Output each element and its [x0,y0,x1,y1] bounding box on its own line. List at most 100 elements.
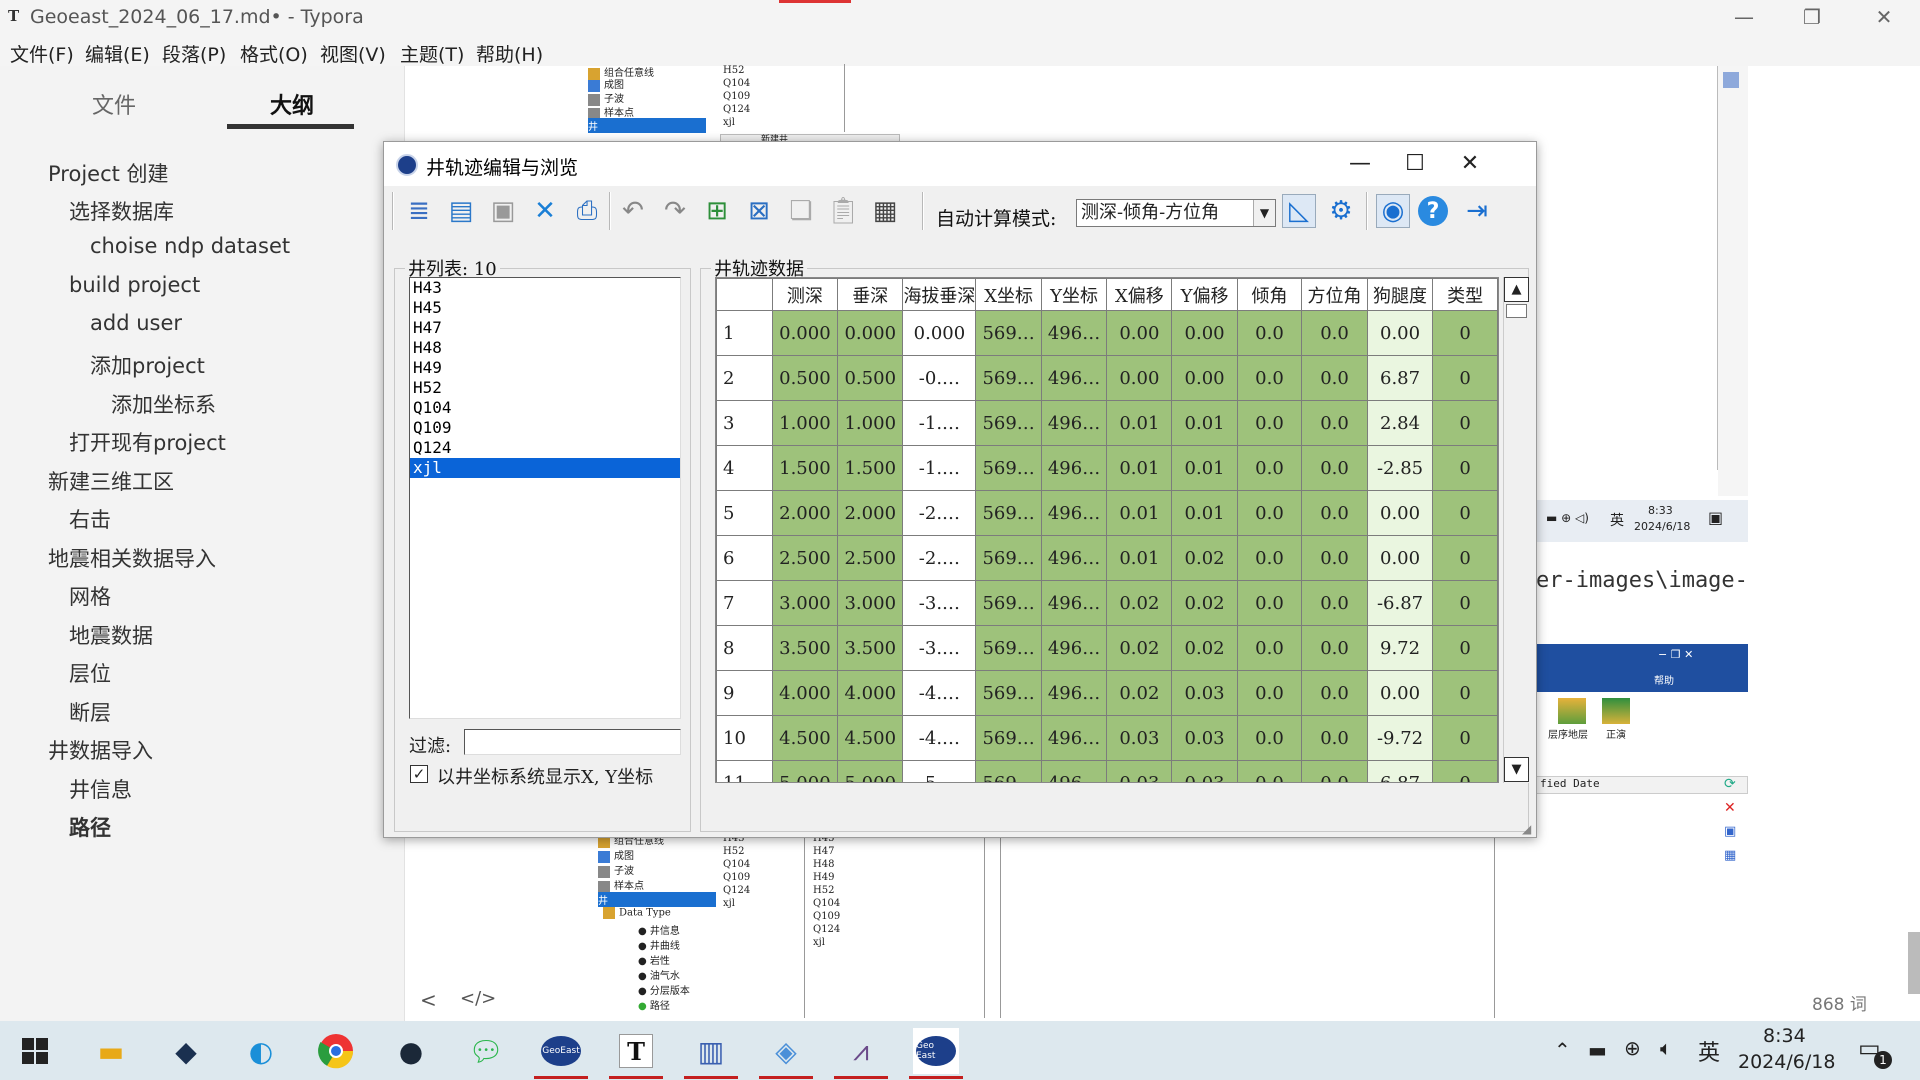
column-header[interactable]: Y偏移 [1171,278,1238,311]
table-cell[interactable]: 0.03 [1171,715,1238,761]
column-header[interactable]: 海拔垂深 [902,278,977,311]
table-cell[interactable]: 496… [1040,625,1108,671]
dialog-maximize-button[interactable]: ☐ [1392,148,1438,180]
table-cell[interactable]: 0.00 [1171,310,1238,356]
table-cell[interactable]: 0.0 [1236,535,1303,581]
column-header[interactable]: 倾角 [1236,278,1303,311]
ruler-triangle-icon[interactable]: ◺ [1282,194,1316,228]
trajectory-table[interactable]: 测深 垂深 海拔垂深 X坐标 Y坐标 X偏移 Y偏移 倾角 方位角 狗腿度 类型 1 0.000 0.0… [715,277,1499,783]
table-cell[interactable]: -2.85 [1366,445,1434,491]
table-cell[interactable]: 0.01 [1171,445,1238,491]
table-cell[interactable]: 496… [1040,445,1108,491]
table-cell[interactable]: 3.500 [771,625,839,671]
table-cell[interactable]: 1.000 [837,400,904,446]
list-item[interactable]: H45 [410,298,680,318]
table-row[interactable]: 4 1.500 1.500 -1.… 569… 496… 0.01 0.01 0.0 0.0 -2.… [716,445,1498,491]
blue-app-icon[interactable]: ◈ [763,1028,809,1074]
ime-indicator[interactable]: 英 [1698,1035,1720,1067]
edge-icon[interactable]: ◐ [238,1028,284,1074]
table-cell[interactable]: 1.500 [771,445,839,491]
help-icon[interactable]: ? [1418,196,1448,226]
outline-item[interactable]: 添加project [90,350,205,380]
table-cell[interactable]: 0.02 [1106,625,1173,671]
table-cell[interactable]: 2.500 [837,535,904,581]
outline-item[interactable]: 地震数据 [69,620,153,650]
column-header[interactable]: 狗腿度 [1366,278,1434,311]
minimize-button[interactable]: — [1716,0,1772,34]
list-item[interactable]: Q109 [410,418,680,438]
table-cell[interactable]: 0.00 [1106,355,1173,401]
file-explorer-icon[interactable]: ▬ [88,1028,134,1074]
table-cell[interactable]: 569… [975,715,1042,761]
table-cell[interactable]: 569… [975,760,1042,782]
broadcast-icon[interactable]: ◉ [1376,194,1410,228]
column-header[interactable]: X偏移 [1106,278,1173,311]
geoeast-icon[interactable]: GeoEast [538,1028,584,1074]
table-cell[interactable]: 0.01 [1171,400,1238,446]
chevron-up-icon[interactable]: ⌃ [1554,1038,1571,1062]
table-cell[interactable]: 0 [1432,715,1498,761]
table-cell[interactable]: -4.… [902,715,977,761]
table-cell[interactable]: 569… [975,400,1042,446]
list-item[interactable]: H49 [410,358,680,378]
table-cell[interactable]: 0.0 [1301,535,1368,581]
table-cell[interactable]: 0.03 [1171,670,1238,716]
table-cell[interactable]: -0.… [902,355,977,401]
outline-item[interactable]: 层位 [69,658,111,688]
outline-item[interactable]: 新建三维工区 [48,466,174,496]
well-list[interactable]: H43 H45 H47 H48 H49 H52 Q104 Q109 Q124 x… [409,277,681,719]
table-cell[interactable]: 0.0 [1301,355,1368,401]
menu-edit[interactable]: 编辑(E) [85,40,150,67]
table-cell[interactable]: 496… [1040,760,1108,782]
list-item[interactable]: Q104 [410,398,680,418]
table-cell[interactable]: 0.0 [1236,715,1303,761]
geoeast-2-icon[interactable]: Geo East [913,1028,959,1074]
table-cell[interactable]: 2.000 [771,490,839,536]
table-cell[interactable]: 0.00 [1366,535,1434,581]
table-cell[interactable]: -2.… [902,490,977,536]
editor-scrollbar[interactable] [1908,932,1920,994]
table-cell[interactable]: 2.000 [837,490,904,536]
table-cell[interactable]: 9.72 [1366,625,1434,671]
list-item[interactable]: H43 [410,278,680,298]
delete-icon[interactable]: ✕ [528,194,562,228]
exit-icon[interactable]: ⇥ [1460,194,1494,228]
table-cell[interactable]: 0.000 [837,310,904,356]
table-cell[interactable]: 0.00 [1366,310,1434,356]
table-row[interactable]: 6 2.500 2.500 -2.… 569… 496… 0.01 0.02 0.0 0.0 0.0… [716,535,1498,581]
table-row[interactable]: 7 3.000 3.000 -3.… 569… 496… 0.02 0.02 0.0 0.0 -6.… [716,580,1498,626]
table-cell[interactable]: -9.72 [1366,715,1434,761]
table-cell[interactable]: 0.03 [1106,760,1173,782]
grid-app-icon[interactable]: ▥ [688,1028,734,1074]
table-cell[interactable]: 0 [1432,400,1498,446]
table-cell[interactable]: 4.500 [837,715,904,761]
table-cell[interactable]: 0.02 [1171,535,1238,581]
table-cell[interactable]: 0.0 [1301,445,1368,491]
table-cell[interactable]: 0 [1432,490,1498,536]
table-cell[interactable]: 0.00 [1366,670,1434,716]
table-cell[interactable]: 0.0 [1236,310,1303,356]
steam-icon[interactable]: ● [388,1028,434,1074]
outline-item[interactable]: choise ndp dataset [90,234,290,258]
table-row[interactable]: 10 4.500 4.500 -4.… 569… 496… 0.03 0.03 0.0 0.0 -9… [716,715,1498,761]
row-number-cell[interactable]: 5 [716,490,773,536]
table-cell[interactable]: 496… [1040,355,1108,401]
list-item[interactable]: H47 [410,318,680,338]
table-cell[interactable]: 0.500 [837,355,904,401]
table-cell[interactable]: 0 [1432,760,1498,782]
table-cell[interactable]: 0.0 [1301,490,1368,536]
column-header[interactable]: X坐标 [975,278,1042,311]
table-cell[interactable]: 0 [1432,580,1498,626]
table-cell[interactable]: 0.500 [771,355,839,401]
outline-item[interactable]: build project [69,273,200,297]
table-cell[interactable]: 0.01 [1106,490,1173,536]
battery-icon[interactable]: ▬ [1588,1038,1607,1062]
column-header[interactable]: 测深 [771,278,839,311]
tab-outline[interactable]: 大纲 [270,88,314,120]
table-cell[interactable]: -1.… [902,400,977,446]
table-cell[interactable]: 496… [1040,400,1108,446]
row-number-cell[interactable]: 11 [716,760,773,782]
table-cell[interactable]: 0.0 [1301,715,1368,761]
cat-app-icon[interactable]: ◆ [163,1028,209,1074]
table-cell[interactable]: 569… [975,310,1042,356]
